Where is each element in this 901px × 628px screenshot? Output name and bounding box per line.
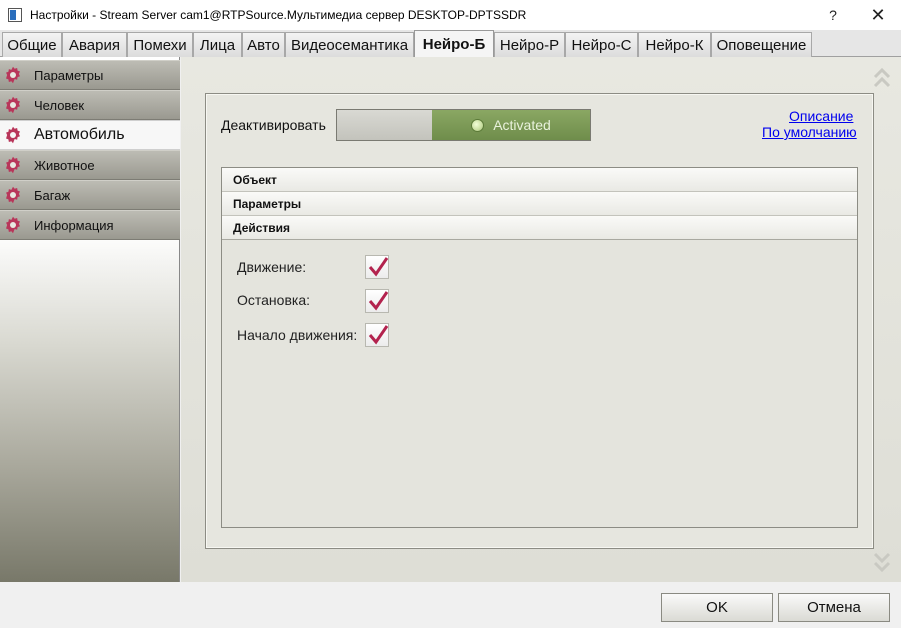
tab-auto[interactable]: Авто [242, 32, 285, 57]
sidebar-item-human[interactable]: Человек [0, 90, 180, 120]
tab-notification[interactable]: Оповещение [711, 32, 812, 57]
tab-neuro-r[interactable]: Нейро-Р [494, 32, 565, 57]
tab-bar: Общие Авария Помехи Лица Авто Видеосеман… [0, 30, 901, 58]
checkmark-icon [368, 325, 389, 345]
sidebar-item-label: Информация [34, 217, 114, 233]
sidebar-item-parameters[interactable]: Параметры [0, 60, 180, 90]
title-bar: Настройки - Stream Server cam1@RTPSource… [0, 0, 901, 30]
window-title: Настройки - Stream Server cam1@RTPSource… [30, 8, 527, 22]
checkmark-icon [368, 257, 389, 277]
sidebar-item-animal[interactable]: Животное [0, 150, 180, 180]
tab-alarm[interactable]: Авария [62, 32, 127, 57]
deactivate-label: Деактивировать [221, 117, 326, 133]
sidebar-item-label: Автомобиль [34, 126, 125, 143]
sidebar-item-label: Животное [34, 157, 95, 173]
start-movement-checkbox[interactable] [365, 323, 389, 347]
help-button[interactable]: ? [810, 0, 856, 30]
cancel-button[interactable]: Отмена [778, 593, 890, 622]
tab-faces[interactable]: Лица [193, 32, 242, 57]
sidebar: Параметры Человек Автомобиль Животное Ба… [0, 57, 180, 582]
ok-button[interactable]: OK [661, 593, 773, 622]
scroll-up-icon[interactable] [872, 66, 892, 92]
gear-icon [6, 66, 20, 84]
sidebar-item-information[interactable]: Информация [0, 210, 180, 240]
scroll-down-icon[interactable] [872, 548, 892, 574]
sidebar-item-label: Параметры [34, 67, 104, 83]
section-header-parameters[interactable]: Параметры [222, 192, 857, 216]
movement-checkbox[interactable] [365, 255, 389, 279]
sidebar-item-luggage[interactable]: Багаж [0, 180, 180, 210]
gear-icon [6, 156, 20, 174]
sidebar-item-label: Человек [34, 97, 85, 113]
gear-icon [6, 126, 20, 144]
tab-interference[interactable]: Помехи [127, 32, 193, 57]
stop-checkbox[interactable] [365, 289, 389, 313]
gear-icon [6, 96, 20, 114]
section-header-actions[interactable]: Действия [222, 216, 857, 240]
app-icon [8, 8, 22, 22]
tab-neuro-k[interactable]: Нейро-К [638, 32, 711, 57]
tab-videosemantics[interactable]: Видеосемантика [285, 32, 414, 57]
activation-toggle[interactable]: Activated [336, 109, 591, 141]
section-header-object[interactable]: Объект [222, 168, 857, 192]
sidebar-item-label: Багаж [34, 187, 71, 203]
default-link[interactable]: По умолчанию [762, 124, 857, 140]
action-label-start-movement: Начало движения: [237, 327, 358, 343]
close-button[interactable]: ✕ [855, 0, 901, 30]
description-link[interactable]: Описание [789, 108, 853, 124]
action-label-movement: Движение: [237, 259, 307, 275]
toggle-state-label: Activated [493, 117, 551, 133]
gear-icon [6, 186, 20, 204]
checkmark-icon [368, 291, 389, 311]
tab-general[interactable]: Общие [2, 32, 62, 57]
tab-neuro-b[interactable]: Нейро-Б [414, 30, 494, 58]
toggle-on-side[interactable]: Activated [432, 110, 590, 140]
action-label-stop: Остановка: [237, 292, 310, 308]
sidebar-item-car[interactable]: Автомобиль [0, 120, 180, 150]
toggle-off-side[interactable] [337, 110, 432, 140]
status-led-icon [471, 118, 485, 132]
tab-neuro-s[interactable]: Нейро-С [565, 32, 638, 57]
gear-icon [6, 216, 20, 234]
